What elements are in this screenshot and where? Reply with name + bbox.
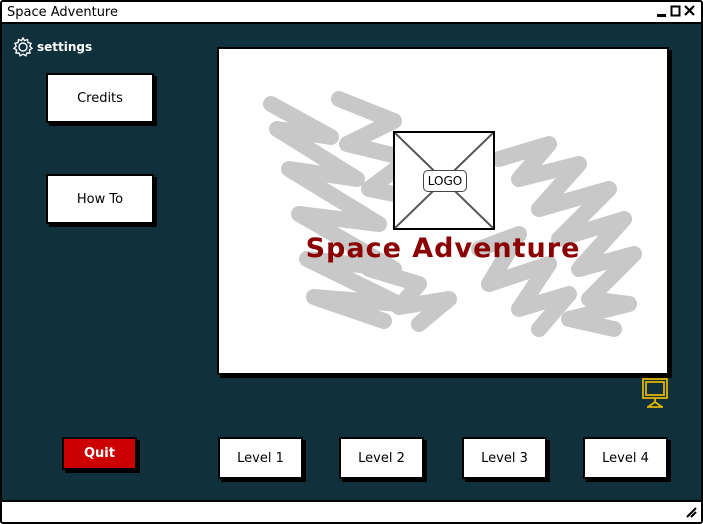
level-2-label: Level 2 [358,450,405,466]
status-bar [2,500,701,522]
settings-link[interactable]: settings [12,36,92,58]
level-1-button[interactable]: Level 1 [218,437,303,479]
game-title: Space Adventure [305,233,581,264]
how-to-label: How To [76,191,124,207]
window-title: Space Adventure [7,4,118,20]
minimize-icon[interactable] [656,4,667,18]
level-4-button[interactable]: Level 4 [583,437,668,479]
close-icon[interactable] [684,4,695,18]
window-controls [656,4,695,18]
splash-panel: LOGO Space Adventure [217,47,669,375]
title-bar: Space Adventure [2,2,701,24]
resize-grip-icon[interactable] [685,506,697,518]
monitor-icon[interactable] [641,377,669,409]
app-window: Space Adventure settings Credits How To … [0,0,703,524]
level-2-button[interactable]: Level 2 [339,437,424,479]
logo-placeholder: LOGO [393,131,495,230]
gear-icon [12,36,34,57]
how-to-button[interactable]: How To [46,174,154,224]
level-1-label: Level 1 [237,450,284,466]
quit-label: Quit [84,446,115,461]
level-4-label: Level 4 [602,450,649,466]
settings-label: settings [37,40,93,54]
quit-button[interactable]: Quit [62,437,137,470]
level-3-button[interactable]: Level 3 [462,437,547,479]
maximize-icon[interactable] [670,4,681,18]
credits-label: Credits [77,90,123,106]
credits-button[interactable]: Credits [46,73,154,123]
main-content: settings Credits How To LOGO Space Adven… [2,24,701,500]
level-3-label: Level 3 [481,450,528,466]
logo-label: LOGO [423,170,467,192]
